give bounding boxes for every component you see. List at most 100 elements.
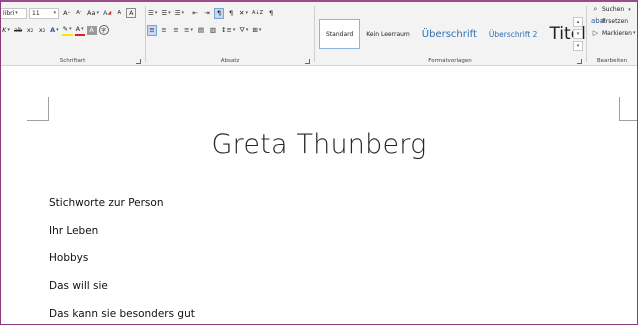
align-right-icon: ≡ xyxy=(173,26,179,34)
character-shading-button[interactable]: A xyxy=(86,25,97,35)
gallery-more-icon[interactable]: ▾ xyxy=(573,41,583,51)
align-center-button[interactable]: ≡ xyxy=(159,25,169,36)
decrease-indent-button[interactable]: ⇤ xyxy=(190,8,200,19)
document-title[interactable]: Greta Thunberg xyxy=(1,129,637,160)
numbered-list-icon: ☰ xyxy=(161,9,168,17)
chevron-down-icon: ▾ xyxy=(96,10,99,16)
paragraph-group-label: Absatz xyxy=(220,58,240,64)
justify-button[interactable]: ≡ ▾ xyxy=(183,25,194,36)
phonetic-guide-button[interactable]: A xyxy=(114,8,124,19)
font-size-dropdown[interactable]: 11 ▾ xyxy=(29,7,59,19)
search-button[interactable]: ⌕ Suchen ▾ xyxy=(591,5,631,14)
character-border-button[interactable]: A xyxy=(126,8,137,18)
borders-icon: ⊞ xyxy=(252,26,258,34)
ribbon: libri ▾ 11 ▾ A ^ Aˇ Aa ▾ A ◢ A A K ▾ ab x2 x2 … xyxy=(1,2,637,66)
enclose-characters-button[interactable]: 字 xyxy=(98,25,109,35)
document-paragraph[interactable]: Ihr Leben xyxy=(49,225,98,237)
word-window: libri ▾ 11 ▾ A ^ Aˇ Aa ▾ A ◢ A A K ▾ ab x2 x2 … xyxy=(0,0,638,325)
replace-button[interactable]: ab⇄ Ersetzen xyxy=(591,17,628,25)
align-right-button[interactable]: ≡ xyxy=(171,25,181,36)
chevron-down-icon: ▾ xyxy=(168,10,171,16)
decrease-indent-icon: ⇤ xyxy=(192,9,198,17)
chevron-down-icon: ▾ xyxy=(56,27,59,33)
asian-layout-button[interactable]: ✕ ▾ xyxy=(238,8,249,19)
bullets-button[interactable]: ☰ ▾ xyxy=(147,8,158,19)
search-icon: ⌕ xyxy=(593,5,598,13)
clear-formatting-button[interactable]: A ◢ xyxy=(102,8,112,19)
chevron-down-icon[interactable]: ▾ xyxy=(573,29,583,39)
multilevel-list-icon: ☰ xyxy=(174,9,181,17)
chevron-down-icon: ▾ xyxy=(181,10,185,16)
paragraph-direction-icon: ¶ xyxy=(228,9,234,17)
document-paragraph[interactable]: Hobbys xyxy=(49,252,88,264)
align-left-button[interactable]: ≡ xyxy=(147,24,157,36)
style-item[interactable]: Standard xyxy=(319,19,361,49)
document-paragraph[interactable]: Stichworte zur Person xyxy=(49,197,163,209)
increase-indent-button[interactable]: ⇥ xyxy=(202,8,212,19)
line-spacing-icon: ↕≡ xyxy=(220,26,232,34)
rtl-button[interactable]: ¶ xyxy=(214,7,225,19)
distributed-icon: ▤ xyxy=(197,26,205,34)
chevron-down-icon: ▾ xyxy=(81,26,84,32)
separator xyxy=(145,6,146,62)
style-item[interactable]: Titel xyxy=(543,19,591,49)
chevron-down-icon: ▾ xyxy=(628,6,631,13)
eraser-icon: ◢ xyxy=(107,10,112,16)
styles-group-label: Formatvorlagen xyxy=(428,58,472,64)
margin-marker-right xyxy=(619,97,637,121)
numbering-button[interactable]: ☰ ▾ xyxy=(160,8,171,19)
chevron-up-icon[interactable]: ▴ xyxy=(573,17,583,27)
asian-layout-icon: ✕ xyxy=(239,9,245,17)
cursor-icon: ▷ xyxy=(592,29,599,37)
font-name-dropdown[interactable]: libri ▾ xyxy=(1,7,27,19)
increase-indent-icon: ⇥ xyxy=(204,9,210,17)
superscript-button[interactable]: x2 xyxy=(37,25,47,36)
chevron-down-icon: ▾ xyxy=(53,10,56,16)
chevron-down-icon: ▾ xyxy=(632,30,636,36)
style-item[interactable]: Überschrift xyxy=(416,19,483,49)
gallery-scroll: ▴ ▾ ▾ xyxy=(573,17,583,51)
strikethrough-button[interactable]: ab xyxy=(13,25,23,36)
show-formatting-button[interactable]: ¶ xyxy=(266,8,276,19)
font-dialog-launcher[interactable] xyxy=(136,59,141,64)
chevron-down-icon: ▾ xyxy=(245,27,249,33)
paint-bucket-icon: ⛛ xyxy=(239,25,245,34)
font-group: libri ▾ 11 ▾ A ^ Aˇ Aa ▾ A ◢ A A K ▾ ab x2 x2 … xyxy=(1,2,144,66)
chevron-down-icon: ▾ xyxy=(15,10,18,16)
styles-dialog-launcher[interactable] xyxy=(577,59,582,64)
columns-button[interactable]: ▥ xyxy=(208,25,218,36)
shrink-font-button[interactable]: Aˇ xyxy=(74,8,84,19)
editing-group-label: Bearbeiten xyxy=(596,58,628,64)
font-group-label: Schriftart xyxy=(59,58,86,64)
chevron-down-icon: ▾ xyxy=(190,27,193,33)
chevron-down-icon: ▾ xyxy=(69,26,72,32)
highlight-button[interactable]: ✎ ▾ xyxy=(61,25,73,36)
grow-font-button[interactable]: A ^ xyxy=(62,8,72,19)
paragraph-dialog-launcher[interactable] xyxy=(305,59,310,64)
multilevel-list-button[interactable]: ☰ ▾ xyxy=(174,8,185,19)
ltr-button[interactable]: ¶ xyxy=(226,8,236,19)
chevron-down-icon: ▾ xyxy=(232,27,236,33)
font-color-button[interactable]: A ▾ xyxy=(74,25,85,36)
styles-gallery: Standard Kein Leerraum Überschrift Überschr… xyxy=(319,17,586,51)
line-spacing-button[interactable]: ↕≡ ▾ xyxy=(220,25,236,36)
replace-icon: ab⇄ xyxy=(591,17,606,25)
style-item[interactable]: Kein Leerraum xyxy=(360,19,415,49)
align-left-icon: ≡ xyxy=(149,26,155,34)
borders-button[interactable]: ⊞ ▾ xyxy=(251,25,262,36)
subscript-button[interactable]: x2 xyxy=(25,25,35,36)
document-paragraph[interactable]: Das will sie xyxy=(49,280,108,292)
shading-button[interactable]: ⛛ ▾ xyxy=(238,25,249,36)
text-effects-button[interactable]: A ▾ xyxy=(49,25,60,36)
distributed-button[interactable]: ▤ xyxy=(196,25,206,36)
document-canvas[interactable]: Greta Thunberg Stichworte zur Person Ihr… xyxy=(1,67,637,324)
select-button[interactable]: ▷ Markieren ▾ xyxy=(591,29,636,37)
sort-button[interactable]: A↓Z xyxy=(251,8,264,19)
document-paragraph[interactable]: Das kann sie besonders gut xyxy=(49,308,195,320)
margin-marker-left xyxy=(27,97,49,121)
chevron-down-icon: ▾ xyxy=(7,27,10,33)
italic-button[interactable]: K ▾ xyxy=(1,25,11,36)
change-case-button[interactable]: Aa ▾ xyxy=(86,8,100,19)
style-item[interactable]: Überschrift 2 xyxy=(483,19,544,49)
bullet-list-icon: ☰ xyxy=(148,9,154,17)
